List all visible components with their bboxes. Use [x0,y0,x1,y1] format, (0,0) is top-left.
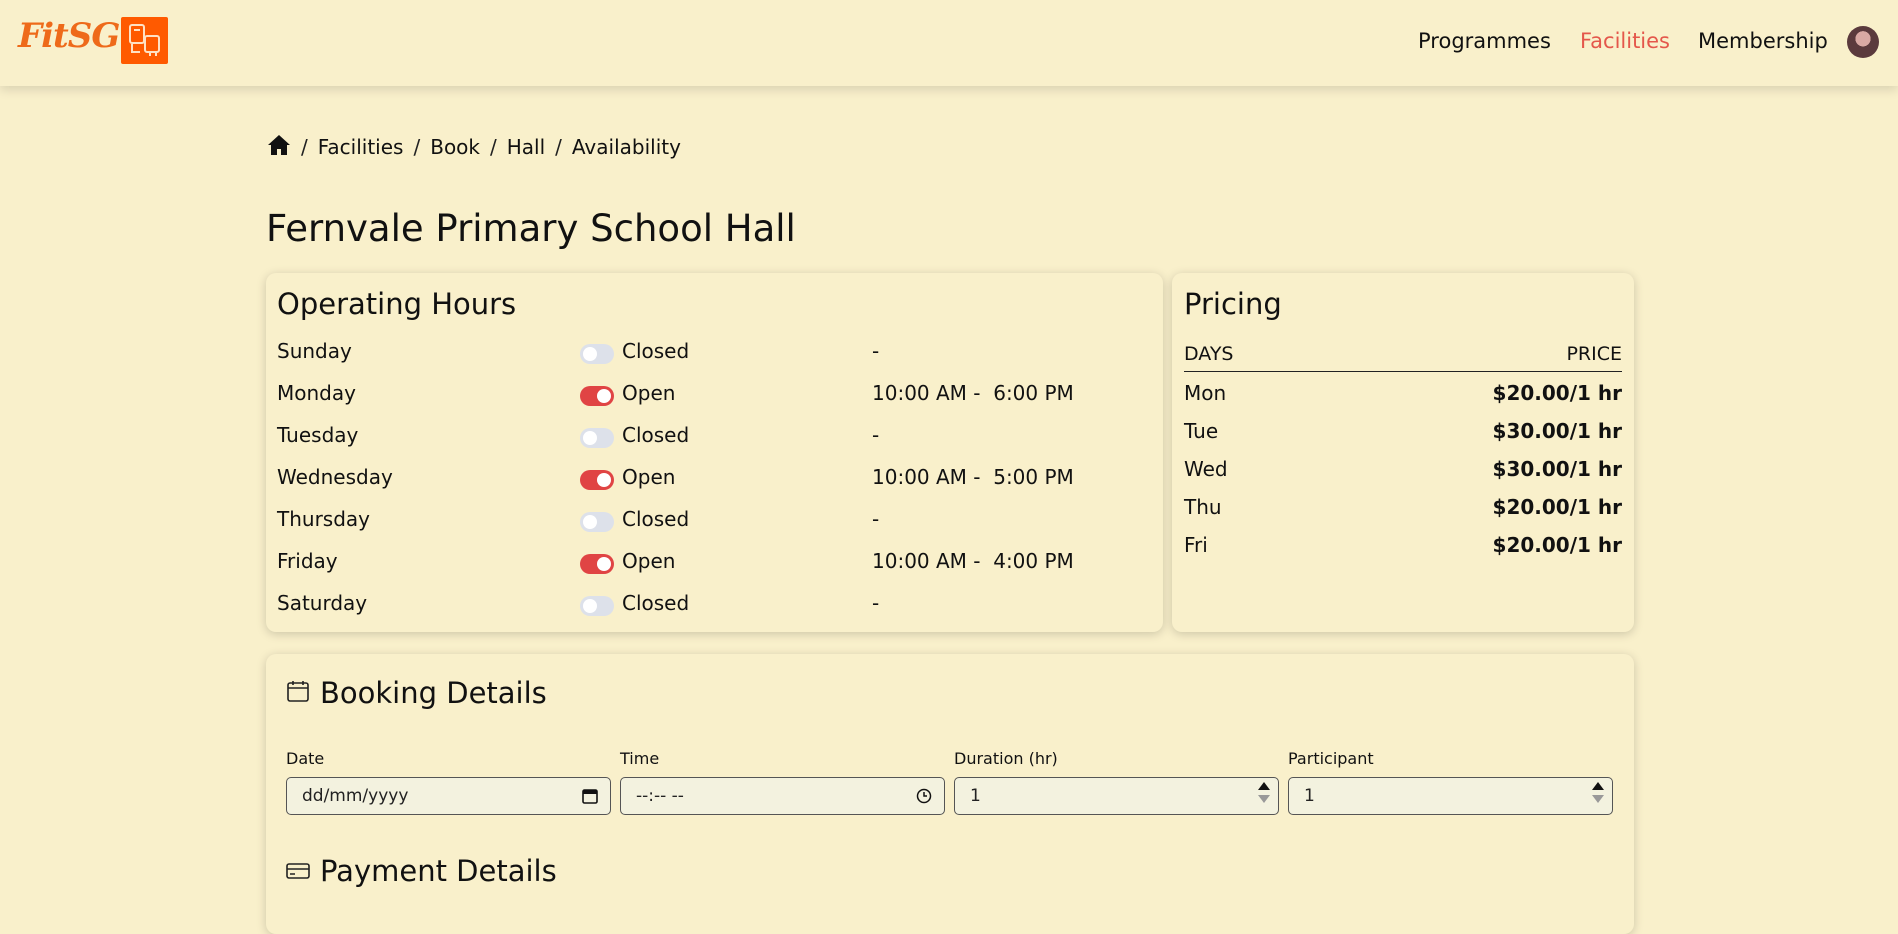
booking-details-title: Booking Details [320,676,547,710]
top-navbar: FitSG Programmes Facilities Membership [0,0,1898,86]
breadcrumb-availability: Availability [571,135,681,159]
breadcrumb-facilities[interactable]: Facilities [318,135,404,159]
pricing-price: $20.00/1 hr [1492,495,1622,519]
pricing-table-header: DAYS PRICE [1184,343,1622,372]
operating-hours-row: Sunday Closed - [277,339,1137,369]
time-label: Time [620,749,660,768]
breadcrumb: / Facilities / Book / Hall / Availabilit… [267,132,681,162]
open-toggle[interactable] [580,386,614,406]
logo-icon[interactable] [121,17,168,64]
operating-hours-title: Operating Hours [277,287,517,321]
pricing-row: Wed $30.00/1 hr [1184,457,1622,487]
hours-label: 10:00 AM - 4:00 PM [872,549,1074,573]
status-label: Closed [622,507,690,531]
operating-hours-card: Operating Hours Sunday Closed - Monday O… [266,273,1163,632]
nav-facilities[interactable]: Facilities [1580,29,1670,53]
day-label: Wednesday [277,465,393,489]
pricing-price: $30.00/1 hr [1492,457,1622,481]
nav-membership[interactable]: Membership [1698,29,1828,53]
status-label: Closed [622,339,690,363]
booking-details-heading: Booking Details [286,676,547,710]
nav-programmes[interactable]: Programmes [1418,29,1551,53]
pricing-row: Fri $20.00/1 hr [1184,533,1622,563]
operating-hours-row: Wednesday Open 10:00 AM - 5:00 PM [277,465,1137,495]
day-label: Friday [277,549,338,573]
day-label: Sunday [277,339,352,363]
duration-input[interactable]: 1 [954,777,1279,815]
operating-hours-row: Saturday Closed - [277,591,1137,621]
breadcrumb-separator: / [555,135,562,159]
status-label: Open [622,381,676,405]
breadcrumb-book[interactable]: Book [430,135,480,159]
open-toggle[interactable] [580,344,614,364]
breadcrumb-separator: / [490,135,497,159]
status-label: Open [622,549,676,573]
pricing-day: Thu [1184,495,1222,519]
day-label: Saturday [277,591,368,615]
duration-stepper[interactable] [1258,782,1270,803]
day-label: Tuesday [277,423,359,447]
duration-value: 1 [970,786,981,806]
hours-label: - [872,507,880,531]
pricing-title: Pricing [1184,287,1282,321]
payment-details-title: Payment Details [320,854,557,888]
open-toggle[interactable] [580,554,614,574]
open-toggle[interactable] [580,512,614,532]
pricing-day: Mon [1184,381,1227,405]
participant-label: Participant [1288,749,1374,768]
date-placeholder: dd/mm/yyyy [302,786,409,806]
duration-label: Duration (hr) [954,749,1058,768]
payment-details-heading: Payment Details [286,854,557,888]
breadcrumb-hall[interactable]: Hall [507,135,545,159]
credit-card-icon [286,854,310,888]
status-label: Closed [622,591,690,615]
avatar[interactable] [1847,26,1879,58]
page-title: Fernvale Primary School Hall [266,207,796,250]
hours-label: 10:00 AM - 5:00 PM [872,465,1074,489]
hours-label: 10:00 AM - 6:00 PM [872,381,1074,405]
participant-input[interactable]: 1 [1288,777,1613,815]
breadcrumb-separator: / [413,135,421,159]
home-icon[interactable] [267,134,291,161]
pricing-card: Pricing DAYS PRICE Mon $20.00/1 hr Tue $… [1172,273,1634,632]
participant-stepper[interactable] [1592,782,1604,803]
operating-hours-row: Friday Open 10:00 AM - 4:00 PM [277,549,1137,579]
hours-label: - [872,591,880,615]
day-label: Thursday [277,507,370,531]
price-column-header: PRICE [1566,343,1622,365]
operating-hours-row: Monday Open 10:00 AM - 6:00 PM [277,381,1137,411]
pricing-day: Fri [1184,533,1208,557]
pricing-price: $20.00/1 hr [1492,381,1622,405]
date-label: Date [286,749,325,768]
pricing-row: Tue $30.00/1 hr [1184,419,1622,449]
time-placeholder: --:-- -- [636,786,684,806]
status-label: Closed [622,423,690,447]
pricing-price: $20.00/1 hr [1492,533,1622,557]
pricing-row: Thu $20.00/1 hr [1184,495,1622,525]
day-label: Monday [277,381,356,405]
open-toggle[interactable] [580,428,614,448]
participant-value: 1 [1304,786,1315,806]
hours-label: - [872,423,880,447]
clock-icon[interactable] [916,788,932,809]
logo-text[interactable]: FitSG [18,16,120,56]
hours-label: - [872,339,880,363]
calendar-icon [286,676,310,710]
pricing-day: Tue [1184,419,1219,443]
breadcrumb-separator: / [301,135,308,159]
open-toggle[interactable] [580,596,614,616]
pricing-row: Mon $20.00/1 hr [1184,381,1622,411]
operating-hours-row: Tuesday Closed - [277,423,1137,453]
status-label: Open [622,465,676,489]
time-input[interactable]: --:-- -- [620,777,945,815]
pricing-price: $30.00/1 hr [1492,419,1622,443]
date-input[interactable]: dd/mm/yyyy [286,777,611,815]
calendar-picker-icon[interactable] [582,788,598,809]
operating-hours-row: Thursday Closed - [277,507,1137,537]
pricing-day: Wed [1184,457,1228,481]
days-column-header: DAYS [1184,343,1234,365]
booking-card: Booking Details Date dd/mm/yyyy Time --:… [266,654,1634,934]
open-toggle[interactable] [580,470,614,490]
